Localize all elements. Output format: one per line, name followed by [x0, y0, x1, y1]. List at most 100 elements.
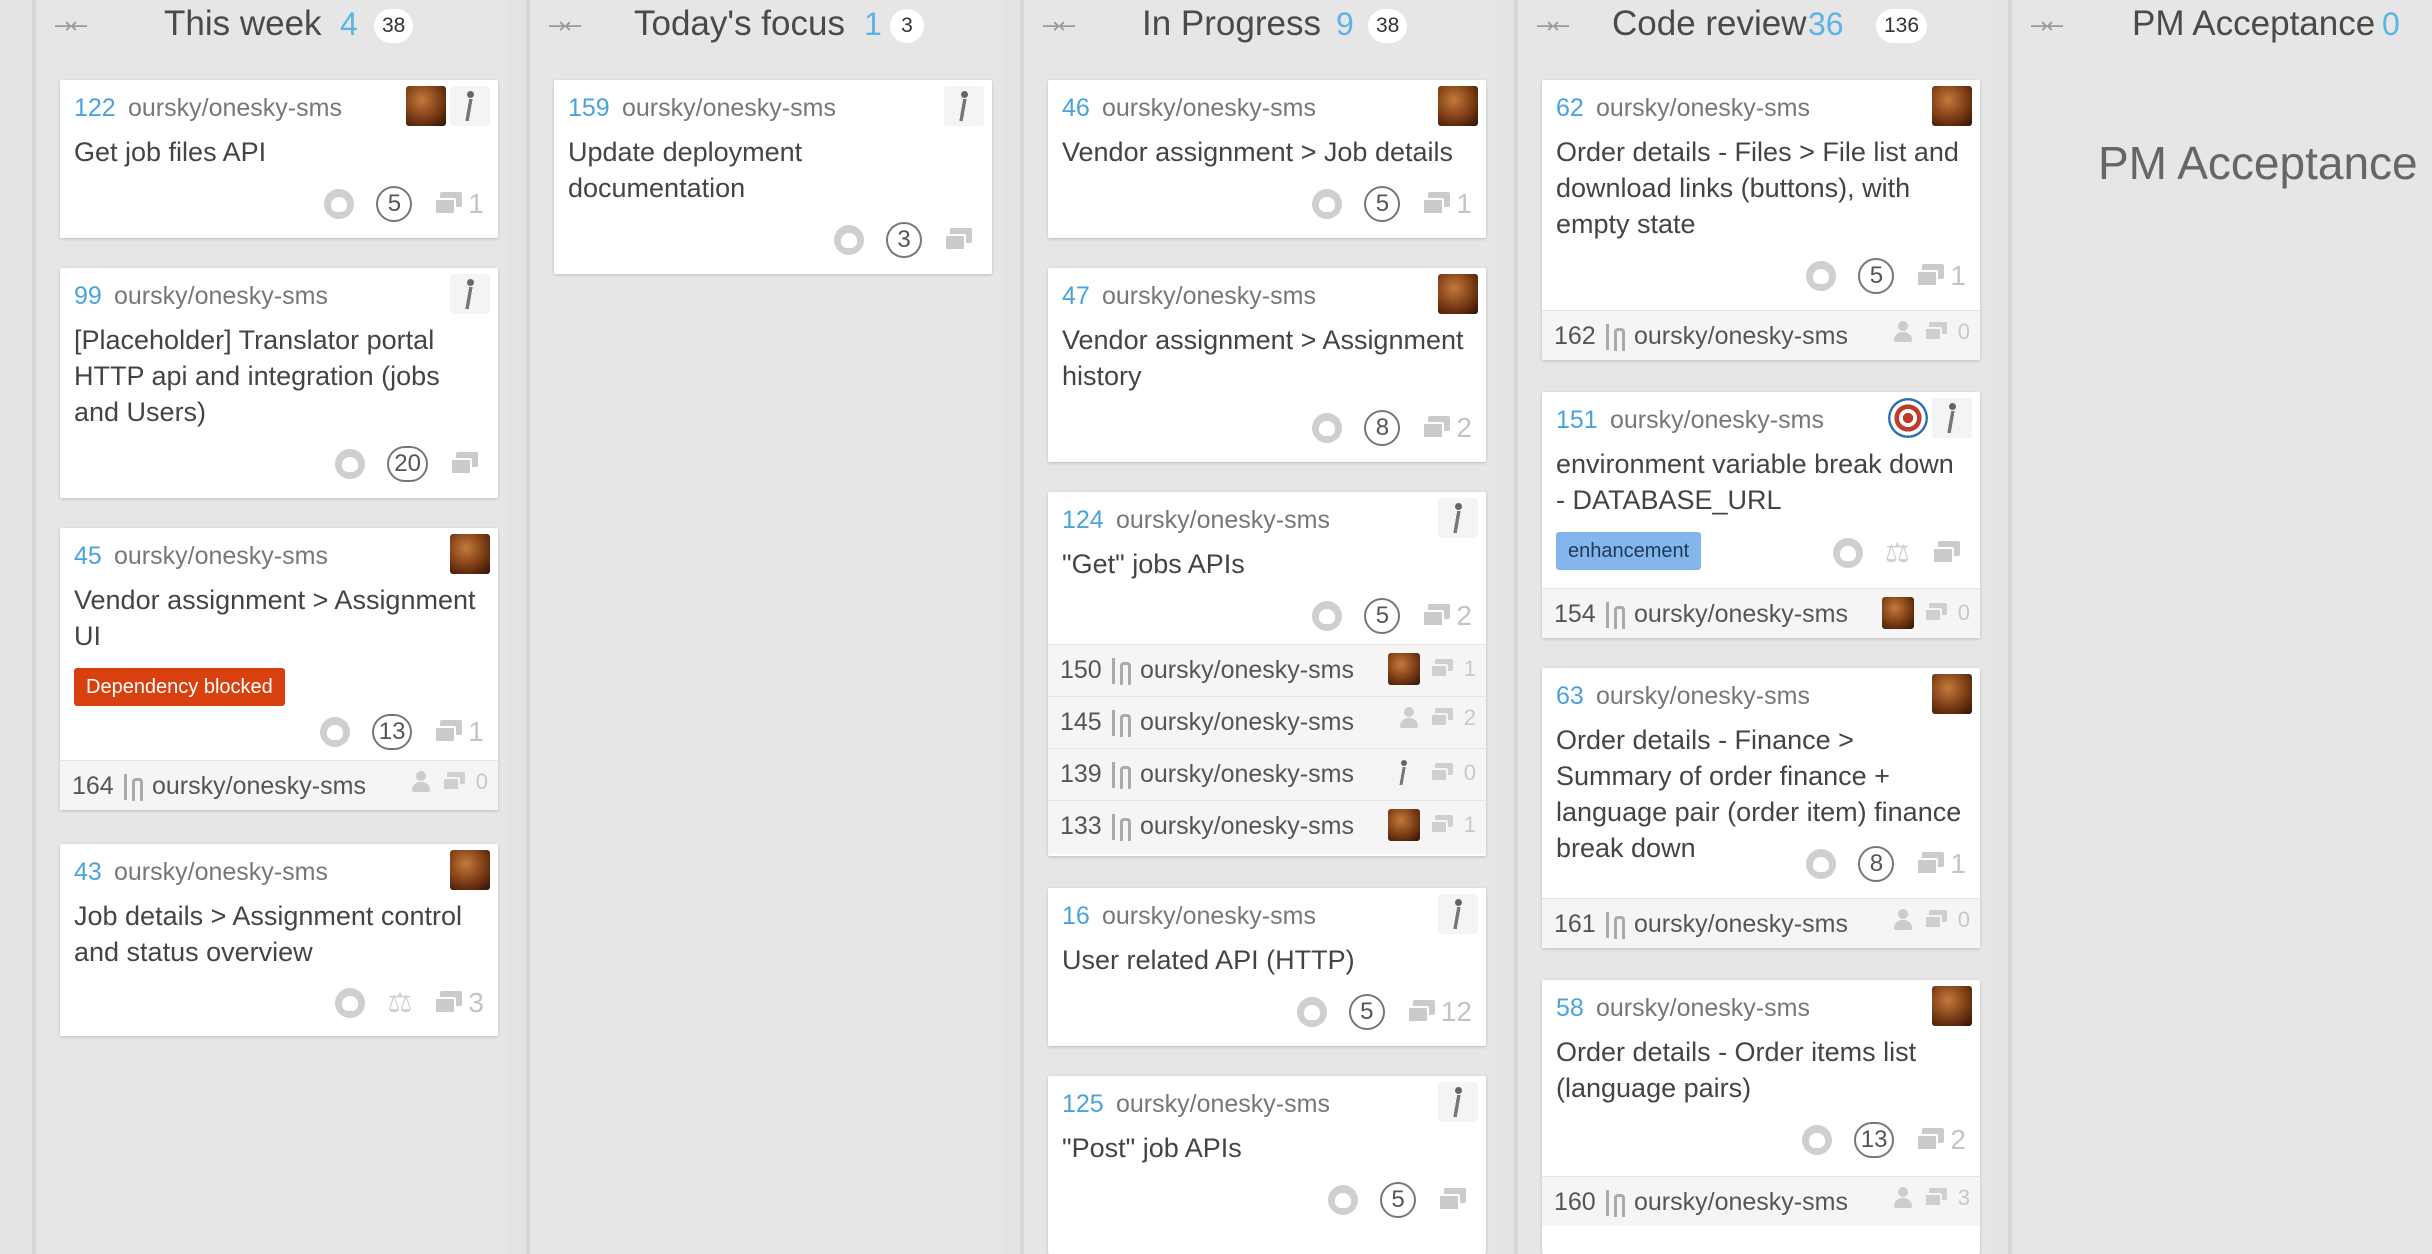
linked-pull-request[interactable]: 133 oursky/onesky-sms 1	[1048, 800, 1486, 854]
estimate-badge[interactable]: 5	[1364, 186, 1401, 222]
linked-pull-request[interactable]: 161 oursky/onesky-sms 0	[1542, 898, 1980, 948]
github-icon[interactable]	[1806, 261, 1837, 291]
issue-title[interactable]: Vendor assignment > Job details	[1062, 134, 1472, 170]
issue-title[interactable]: Job details > Assignment control and sta…	[74, 898, 484, 970]
issue-card[interactable]: 124 oursky/onesky-sms "Get" jobs APIs 5 …	[1048, 492, 1486, 856]
collapse-icon[interactable]: →←	[546, 14, 583, 39]
issue-number[interactable]: 16	[1062, 902, 1090, 931]
assignee-avatar[interactable]	[1881, 597, 1914, 629]
issue-number[interactable]: 159	[568, 94, 610, 123]
estimate-badge[interactable]: 8	[1364, 410, 1401, 446]
issue-card[interactable]: 46 oursky/onesky-sms Vendor assignment >…	[1048, 80, 1486, 238]
issue-number[interactable]: 47	[1062, 282, 1090, 311]
estimate-badge[interactable]: 5	[1364, 598, 1401, 634]
issue-number[interactable]: 63	[1556, 682, 1584, 711]
issue-card[interactable]: 99 oursky/onesky-sms [Placeholder] Trans…	[60, 268, 498, 498]
github-icon[interactable]	[1312, 189, 1343, 219]
assignee-avatar[interactable]	[1387, 653, 1420, 685]
assignee-avatar[interactable]	[1932, 398, 1972, 438]
assignee-avatar[interactable]	[1932, 674, 1972, 714]
assignee-avatar[interactable]	[944, 86, 984, 126]
issue-number[interactable]: 45	[74, 542, 102, 571]
estimate-badge[interactable]: 20	[387, 446, 428, 482]
issue-title[interactable]: Order details - Files > File list and do…	[1556, 134, 1966, 242]
github-icon[interactable]	[1328, 1185, 1358, 1215]
github-icon[interactable]	[335, 987, 366, 1018]
github-icon[interactable]	[1806, 849, 1837, 879]
estimate-badge[interactable]: 5	[1348, 994, 1385, 1030]
issue-card[interactable]: 43 oursky/onesky-sms Job details > Assig…	[60, 844, 498, 1036]
balance-scale-icon[interactable]: ⚖	[387, 986, 412, 1019]
assignee-avatar[interactable]	[1438, 498, 1478, 538]
github-icon[interactable]	[319, 717, 350, 747]
github-icon[interactable]	[1296, 997, 1327, 1027]
estimate-badge[interactable]: 5	[376, 186, 413, 222]
issue-number[interactable]: 43	[74, 858, 102, 887]
issue-card[interactable]: 62 oursky/onesky-sms Order details - Fil…	[1542, 80, 1980, 360]
linked-pull-request[interactable]: 162 oursky/onesky-sms 0	[1542, 310, 1980, 360]
assignee-avatar[interactable]	[1438, 1082, 1478, 1122]
issue-number[interactable]: 125	[1062, 1090, 1104, 1119]
estimate-badge[interactable]: 5	[1858, 258, 1895, 294]
issue-card[interactable]: 151 oursky/onesky-sms environment variab…	[1542, 392, 1980, 638]
assignee-avatar[interactable]	[1438, 274, 1478, 314]
issue-number[interactable]: 122	[74, 94, 116, 123]
assignee-avatar[interactable]	[1387, 757, 1420, 789]
issue-title[interactable]: Vendor assignment > Assignment history	[1062, 322, 1472, 394]
assignee-avatar[interactable]	[406, 86, 446, 126]
linked-pull-request[interactable]: 160 oursky/onesky-sms 3	[1542, 1176, 1980, 1226]
issue-title[interactable]: Order details - Finance > Summary of ord…	[1556, 722, 1966, 866]
issue-number[interactable]: 58	[1556, 994, 1584, 1023]
estimate-badge[interactable]: 3	[886, 222, 922, 258]
linked-pull-request[interactable]: 139 oursky/onesky-sms 0	[1048, 748, 1486, 800]
assignee-avatar[interactable]	[1438, 86, 1478, 126]
linked-pull-request[interactable]: 150 oursky/onesky-sms 1	[1048, 644, 1486, 696]
issue-card[interactable]: 159 oursky/onesky-sms Update deployment …	[554, 80, 992, 274]
estimate-badge[interactable]: 13	[371, 714, 413, 750]
github-icon[interactable]	[1832, 537, 1863, 568]
issue-card[interactable]: 45 oursky/onesky-sms Vendor assignment >…	[60, 528, 498, 810]
issue-number[interactable]: 46	[1062, 94, 1090, 123]
issue-title[interactable]: "Get" jobs APIs	[1062, 546, 1472, 582]
github-icon[interactable]	[335, 449, 366, 479]
target-avatar[interactable]	[1888, 398, 1928, 438]
issue-card[interactable]: 122 oursky/onesky-sms Get job files API …	[60, 80, 498, 238]
collapse-icon[interactable]: →←	[1040, 14, 1077, 39]
issue-card[interactable]: 125 oursky/onesky-sms "Post" job APIs 5	[1048, 1076, 1486, 1254]
estimate-badge[interactable]: 8	[1858, 846, 1895, 882]
assignee-avatar[interactable]	[450, 850, 490, 890]
label-dependency-blocked[interactable]: Dependency blocked	[74, 668, 285, 706]
github-icon[interactable]	[324, 189, 355, 219]
collapse-icon[interactable]: →←	[1534, 14, 1571, 39]
issue-card[interactable]: 47 oursky/onesky-sms Vendor assignment >…	[1048, 268, 1486, 462]
assignee-avatar[interactable]	[450, 86, 490, 126]
balance-scale-icon[interactable]: ⚖	[1885, 536, 1910, 569]
assignee-avatar[interactable]	[1438, 894, 1478, 934]
linked-pull-request[interactable]: 154 oursky/onesky-sms 0	[1542, 588, 1980, 638]
issue-title[interactable]: User related API (HTTP)	[1062, 942, 1472, 978]
issue-card[interactable]: 16 oursky/onesky-sms User related API (H…	[1048, 888, 1486, 1046]
issue-title[interactable]: environment variable break down - DATABA…	[1556, 446, 1966, 518]
issue-number[interactable]: 124	[1062, 506, 1104, 535]
issue-number[interactable]: 151	[1556, 406, 1598, 435]
issue-number[interactable]: 99	[74, 282, 102, 311]
assignee-avatar[interactable]	[450, 274, 490, 314]
issue-title[interactable]: [Placeholder] Translator portal HTTP api…	[74, 322, 484, 430]
linked-pull-request[interactable]: 164 oursky/onesky-sms 0	[60, 760, 498, 810]
estimate-badge[interactable]: 13	[1853, 1122, 1895, 1158]
linked-pull-request[interactable]: 145 oursky/onesky-sms 2	[1048, 696, 1486, 748]
issue-title[interactable]: "Post" job APIs	[1062, 1130, 1472, 1166]
github-icon[interactable]	[1801, 1125, 1832, 1155]
github-icon[interactable]	[1312, 601, 1343, 631]
estimate-badge[interactable]: 5	[1380, 1182, 1416, 1218]
assignee-avatar[interactable]	[1932, 986, 1972, 1026]
label-enhancement[interactable]: enhancement	[1556, 532, 1702, 570]
assignee-avatar[interactable]	[1932, 86, 1972, 126]
issue-number[interactable]: 62	[1556, 94, 1584, 123]
collapse-icon[interactable]: →←	[2028, 14, 2065, 39]
issue-title[interactable]: Order details - Order items list (langua…	[1556, 1034, 1966, 1106]
issue-card[interactable]: 58 oursky/onesky-sms Order details - Ord…	[1542, 980, 1980, 1254]
github-icon[interactable]	[1312, 413, 1343, 443]
issue-card[interactable]: 63 oursky/onesky-sms Order details - Fin…	[1542, 668, 1980, 948]
github-icon[interactable]	[834, 225, 864, 255]
